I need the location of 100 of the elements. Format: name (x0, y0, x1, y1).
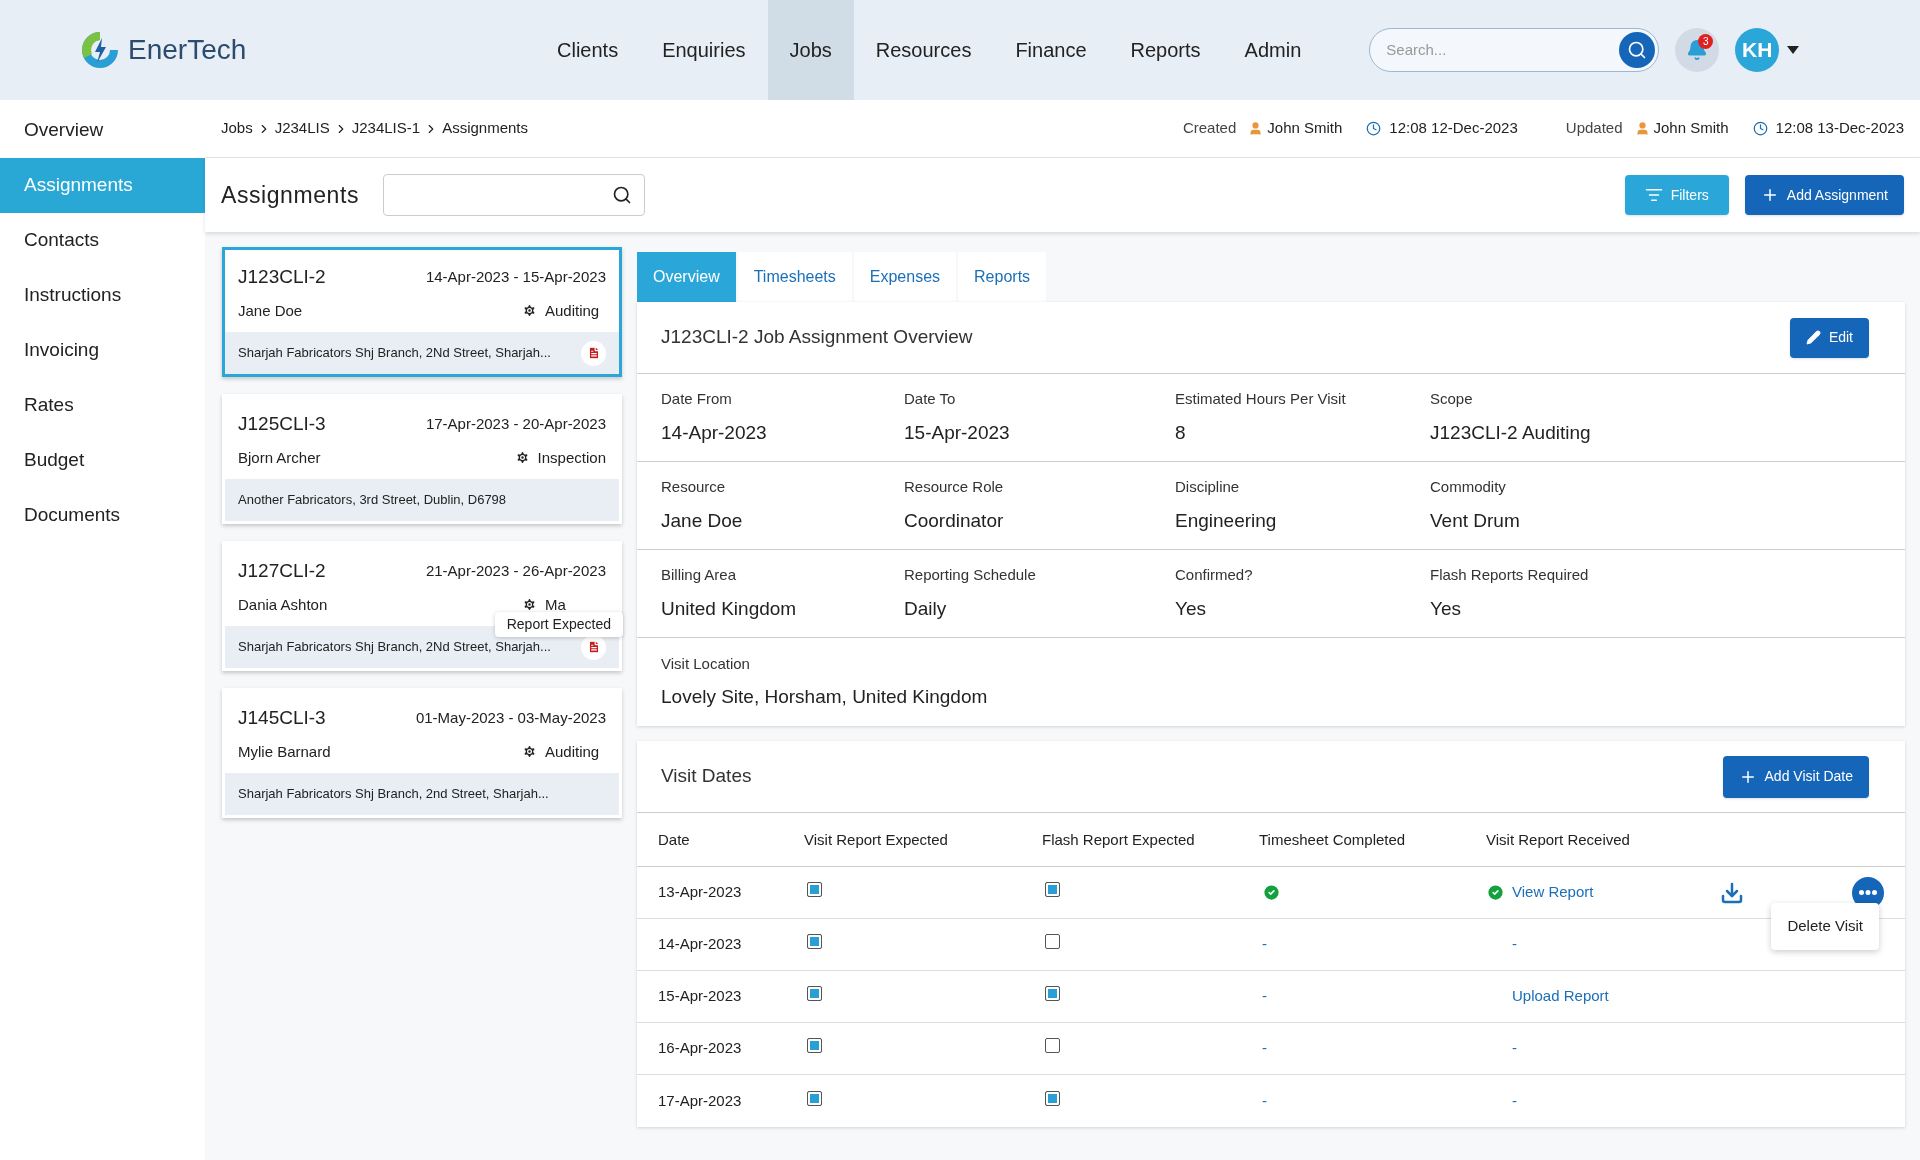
tab[interactable]: Expenses (853, 252, 957, 302)
timesheet-status: - (1262, 935, 1267, 953)
checkbox[interactable] (1045, 986, 1060, 1002)
resource-name: Mylie Barnard (238, 741, 331, 762)
user-icon (1248, 121, 1264, 136)
nav-link[interactable]: Admin (1222, 0, 1324, 100)
field-value: United Kingdom (661, 596, 798, 621)
column-header: Flash Report Expected (1042, 830, 1195, 848)
timesheet-status: - (1262, 1039, 1267, 1057)
sidebar-item[interactable]: Documents (0, 488, 205, 543)
checkbox[interactable] (1045, 934, 1060, 950)
checkbox[interactable] (1045, 882, 1060, 898)
breadcrumb-link[interactable]: Assignments (442, 117, 528, 140)
breadcrumb-link[interactable]: J234LIS-1 (351, 117, 421, 140)
add-visit-date-button[interactable]: Add Visit Date (1722, 755, 1869, 798)
field-label: Estimated Hours Per Visit (1175, 389, 1347, 409)
created-label: Created (1182, 118, 1237, 139)
checkbox[interactable] (807, 934, 822, 950)
tab[interactable]: Reports (958, 252, 1047, 302)
user-icon (1634, 121, 1650, 136)
checkbox[interactable] (1045, 1038, 1060, 1054)
report-link[interactable]: - (1512, 1037, 1517, 1060)
tab[interactable]: Timesheets (737, 252, 852, 302)
field-label: Discipline (1175, 477, 1241, 497)
panel-title: J123CLI-2 Job Assignment Overview (661, 325, 973, 350)
report-link[interactable]: Upload Report (1512, 985, 1609, 1008)
address-text: Sharjah Fabricators Shj Branch, 2nd Street, Sharjah... (238, 785, 549, 804)
updated-label: Updated (1565, 118, 1623, 139)
field-label: Commodity (1430, 477, 1507, 497)
field-value: Coordinator (904, 508, 1005, 533)
checkbox[interactable] (807, 986, 822, 1002)
assignment-id: J125CLI-3 (238, 412, 326, 436)
report-link[interactable]: - (1512, 1089, 1517, 1113)
field-label: Billing Area (661, 565, 738, 585)
menu-item[interactable]: Delete Visit (1771, 915, 1879, 938)
assignment-id: J127CLI-2 (238, 559, 326, 583)
sidebar-item[interactable]: Contacts (0, 213, 205, 268)
checkbox[interactable] (807, 1090, 822, 1106)
created-at: 12:08 12-Dec-2023 (1389, 118, 1518, 139)
date-cell: 16-Apr-2023 (658, 1039, 742, 1057)
assignment-card[interactable]: J123CLI-2 14-Apr-2023 - 15-Apr-2023 Jane Doe Auditing Sharjah Fabricators Shj Branch, 2Nd Street, Sharjah... (222, 247, 622, 377)
field-label: Reporting Schedule (904, 565, 1037, 585)
report-link[interactable]: View Report (1512, 881, 1594, 904)
address-text: Another Fabricators, 3rd Street, Dublin, D6798 (238, 491, 507, 510)
assignment-dates: 21-Apr-2023 - 26-Apr-2023 (425, 561, 606, 581)
report-link[interactable]: - (1512, 933, 1517, 956)
nav-link[interactable]: Reports (1108, 0, 1223, 100)
report-icon[interactable] (581, 340, 606, 366)
field-label: Resource Role (904, 477, 1005, 497)
timesheet-status: - (1262, 1091, 1267, 1109)
column-header: Visit Report Received (1486, 830, 1630, 848)
sidebar-item[interactable]: Rates (0, 378, 205, 433)
column-header: Timesheet Completed (1259, 830, 1406, 848)
date-cell: 13-Apr-2023 (658, 883, 742, 901)
breadcrumb-link[interactable]: Jobs (221, 117, 253, 140)
sidebar-item[interactable]: Instructions (0, 268, 205, 323)
notifications-button[interactable]: 3 (1675, 28, 1720, 72)
updated-by: John Smith (1653, 118, 1729, 139)
field-value: Yes (1430, 596, 1462, 621)
clock-icon (1366, 121, 1382, 136)
brand-name: EnerTech (128, 33, 247, 67)
date-cell: 14-Apr-2023 (658, 935, 742, 953)
nav-link[interactable]: Clients (535, 0, 641, 100)
field-value: Daily (904, 596, 948, 621)
assignment-card[interactable]: J125CLI-3 17-Apr-2023 - 20-Apr-2023 Bjorn Archer Inspection Another Fabricators, 3rd Street, Dublin, D6798 (222, 394, 622, 524)
column-header: Date (658, 830, 690, 848)
nav-link[interactable]: Finance (993, 0, 1109, 100)
column-header: Visit Report Expected (804, 830, 948, 848)
checkbox[interactable] (807, 1038, 822, 1054)
nav-link[interactable]: Resources (853, 0, 994, 100)
field-value: Engineering (1175, 508, 1278, 533)
assignment-id: J145CLI-3 (238, 706, 326, 730)
search-bar[interactable]: Search... (1369, 28, 1660, 72)
caret-icon[interactable] (1787, 46, 1800, 54)
field-value: Lovely Site, Horsham, United Kingdom (661, 685, 989, 709)
created-by: John Smith (1267, 118, 1343, 139)
edit-button[interactable]: Edit (1789, 317, 1869, 358)
sidebar-item[interactable]: Invoicing (0, 323, 205, 378)
checkbox[interactable] (1045, 1090, 1060, 1106)
breadcrumb-link[interactable]: J234LIS (274, 117, 330, 140)
assignment-card[interactable]: J145CLI-3 01-May-2023 - 03-May-2023 Mylie Barnard Auditing Sharjah Fabricators Shj Branch, 2nd Street, Sharjah... (222, 688, 622, 818)
timesheet-status: - (1262, 987, 1267, 1005)
checkbox[interactable] (807, 882, 822, 898)
download-icon[interactable] (1720, 880, 1744, 905)
sidebar-item[interactable]: Budget (0, 433, 205, 488)
nav-link[interactable]: Enquiries (640, 0, 768, 100)
search-field[interactable]: Search... (1386, 38, 1620, 62)
nav-link[interactable]: Jobs (767, 0, 854, 100)
resource-name: Bjorn Archer (238, 447, 321, 468)
address-text: Sharjah Fabricators Shj Branch, 2Nd Street, Sharjah... (238, 344, 551, 363)
assignment-search-field[interactable] (383, 174, 645, 216)
assignment-card[interactable]: J127CLI-2 21-Apr-2023 - 26-Apr-2023 Dania Ashton Ma Report Expected Sharjah Fabricators Shj Branch, 2Nd Street, Sharjah... (222, 541, 622, 671)
field-value: 14-Apr-2023 (661, 420, 768, 445)
assignment-dates: 14-Apr-2023 - 15-Apr-2023 (425, 267, 606, 287)
add-assignment-button[interactable]: Add Assignment (1744, 175, 1904, 215)
updated-at: 12:08 13-Dec-2023 (1775, 118, 1904, 139)
search-icon[interactable] (612, 185, 632, 205)
sidebar-item[interactable]: Overview (0, 103, 205, 158)
scope-text: Auditing (545, 300, 600, 321)
field-value: 15-Apr-2023 (904, 420, 1011, 445)
